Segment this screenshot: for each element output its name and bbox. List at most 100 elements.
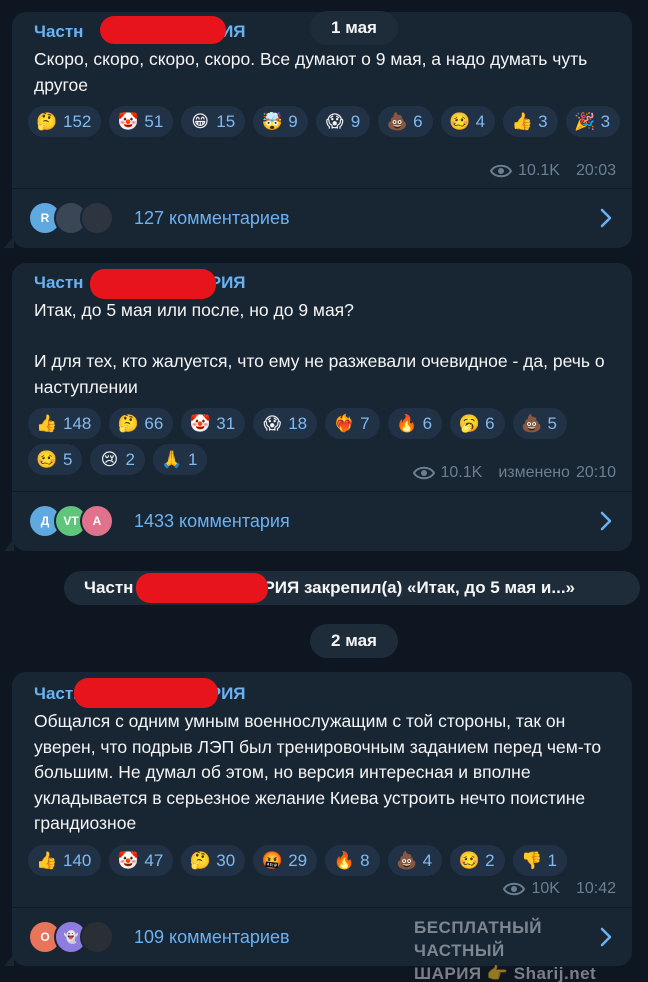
pile-of-poo-icon: 💩 — [386, 111, 408, 132]
channel-name-prefix: Частн — [34, 273, 84, 292]
folded-hands-icon: 🙏 — [161, 449, 183, 470]
heart-on-fire-icon: ❤‍🔥 — [333, 413, 355, 434]
reaction-chip[interactable]: 🙏 1 — [152, 444, 208, 475]
reaction-chip[interactable]: 🤡 51 — [109, 106, 174, 137]
thumbs-up-icon: 👍 — [511, 111, 533, 132]
yawning-face-icon: 🥱 — [458, 413, 480, 434]
message-time: 10:42 — [575, 880, 616, 897]
reaction-count: 51 — [144, 111, 164, 131]
reaction-chip[interactable]: 😱 18 — [253, 408, 318, 439]
reaction-chip[interactable]: 🤔 66 — [109, 408, 174, 439]
reaction-chip[interactable]: 💩 6 — [378, 106, 433, 137]
reaction-count: 6 — [422, 413, 433, 433]
reaction-count: 8 — [360, 850, 370, 870]
reaction-chip[interactable]: 🤡 31 — [181, 408, 246, 439]
pinned-notice-text: РИЯ закрепил(а) «Итак, до 5 мая и...» — [263, 578, 576, 597]
woozy-face-icon: 🥴 — [36, 449, 58, 470]
reaction-chip[interactable]: 🥴 2 — [450, 845, 505, 876]
reaction-count: 4 — [475, 111, 486, 131]
comments-count: 109 комментариев — [134, 926, 290, 947]
reaction-chip[interactable]: 🤡 47 — [109, 845, 174, 876]
screaming-face-icon: 😱 — [325, 111, 344, 132]
message-meta: 10.1K изменено 20:10 — [412, 464, 616, 482]
commenter-avatars: R — [28, 201, 126, 235]
clown-face-icon: 🤡 — [189, 413, 211, 434]
reaction-chip[interactable]: 👍 140 — [28, 845, 102, 876]
reaction-chip[interactable]: 🤔 30 — [181, 845, 246, 876]
message-time: 20:03 — [575, 162, 616, 179]
thinking-face-icon: 🤔 — [189, 850, 211, 871]
reaction-count: 47 — [144, 850, 164, 870]
reaction-count: 3 — [538, 111, 548, 131]
pile-of-poo-icon: 💩 — [520, 413, 543, 434]
reaction-chip[interactable]: 😁 15 — [181, 106, 246, 137]
reaction-count: 29 — [288, 850, 308, 870]
reaction-count: 5 — [547, 413, 558, 433]
commenter-avatars: О 👻 — [28, 920, 126, 954]
reactions-bar: 🤔 152 🤡 51 😁 15 🤯 9 😱 9 💩 6 🥴 4 👍 3 🎉 3 — [28, 106, 628, 137]
eye-icon — [503, 882, 526, 896]
redaction-mark — [90, 269, 216, 299]
watermark-line: ШАРИЯ 👉 Sharij.net — [414, 964, 597, 982]
watermark-line: БЕСПЛАТНЫЙ ЧАСТНЫЙ — [414, 918, 542, 960]
redaction-mark — [136, 573, 268, 603]
message-text: Итак, до 5 мая или после, но до 9 мая? И… — [34, 300, 605, 397]
reaction-chip[interactable]: 🔥 6 — [387, 408, 443, 439]
date-separator: 2 мая — [310, 624, 398, 658]
reaction-chip[interactable]: 💩 4 — [387, 845, 443, 876]
reaction-count: 5 — [63, 449, 73, 469]
commenter-avatars: Д VT А — [28, 504, 126, 538]
redaction-mark — [100, 16, 226, 44]
comments-count: 127 комментариев — [134, 207, 290, 228]
reaction-chip[interactable]: 🎉 3 — [565, 106, 621, 137]
reaction-count: 31 — [216, 413, 236, 433]
reaction-chip[interactable]: 👎 1 — [512, 845, 568, 876]
comments-button[interactable]: R 127 комментариев — [12, 189, 632, 247]
view-count: 10.1K — [440, 464, 483, 481]
reaction-count: 3 — [600, 111, 611, 131]
message-bubble[interactable]: Частн АРИЯ Итак, до 5 мая или после, но д… — [4, 263, 632, 551]
reaction-chip[interactable]: 🔥 8 — [325, 845, 380, 876]
cursing-face-icon: 🤬 — [261, 850, 283, 871]
reaction-count: 152 — [63, 111, 92, 131]
chevron-right-icon — [600, 208, 612, 228]
reaction-count: 2 — [485, 850, 495, 870]
reaction-chip[interactable]: 🥱 6 — [450, 408, 505, 439]
reaction-chip[interactable]: 💩 5 — [512, 408, 568, 439]
comments-button[interactable]: Д VT А 1433 комментария — [12, 492, 632, 550]
screaming-face-icon: 😱 — [263, 413, 282, 434]
crying-face-icon: 😢 — [100, 449, 119, 470]
reaction-chip[interactable]: 👍 3 — [503, 106, 558, 137]
thinking-face-icon: 🤔 — [36, 111, 58, 132]
reaction-chip[interactable]: 😢 2 — [90, 444, 145, 475]
reaction-chip[interactable]: 👍 148 — [28, 408, 102, 439]
message-bubble[interactable]: ЧастнАРИЯ Скоро, скоро, скоро, скоро. Вс… — [4, 12, 632, 248]
grinning-face-icon: 😁 — [191, 111, 210, 132]
avatar — [80, 920, 114, 954]
fire-icon: 🔥 — [333, 850, 355, 871]
woozy-face-icon: 🥴 — [449, 111, 471, 132]
chevron-right-icon — [600, 511, 612, 531]
reaction-chip[interactable]: ❤‍🔥 7 — [325, 408, 380, 439]
reaction-chip[interactable]: 🥴 5 — [28, 444, 83, 475]
reaction-chip[interactable]: 🤯 9 — [253, 106, 308, 137]
reactions-bar: 👍 140 🤡 47 🤔 30 🤬 29 🔥 8 💩 4 🥴 2 👎 1 — [28, 845, 628, 876]
reaction-count: 15 — [216, 111, 236, 131]
reaction-count: 1 — [187, 449, 198, 469]
message-text: Скоро, скоро, скоро, скоро. Все думают о… — [34, 49, 588, 95]
channel-name-prefix: Частн — [34, 22, 84, 41]
fire-icon: 🔥 — [396, 413, 418, 434]
message-meta: 10K 10:42 — [503, 880, 616, 898]
reaction-chip[interactable]: 🥴 4 — [440, 106, 496, 137]
avatar: А — [80, 504, 114, 538]
eye-icon — [412, 466, 435, 480]
thumbs-up-icon: 👍 — [36, 850, 58, 871]
comments-count: 1433 комментария — [134, 510, 290, 531]
pile-of-poo-icon: 💩 — [396, 850, 418, 871]
reaction-chip[interactable]: 🤬 29 — [253, 845, 318, 876]
reaction-count: 2 — [125, 449, 135, 469]
reaction-chip[interactable]: 🤔 152 — [28, 106, 102, 137]
reaction-chip[interactable]: 😱 9 — [315, 106, 371, 137]
eye-icon — [490, 164, 513, 178]
reaction-count: 18 — [288, 413, 308, 433]
